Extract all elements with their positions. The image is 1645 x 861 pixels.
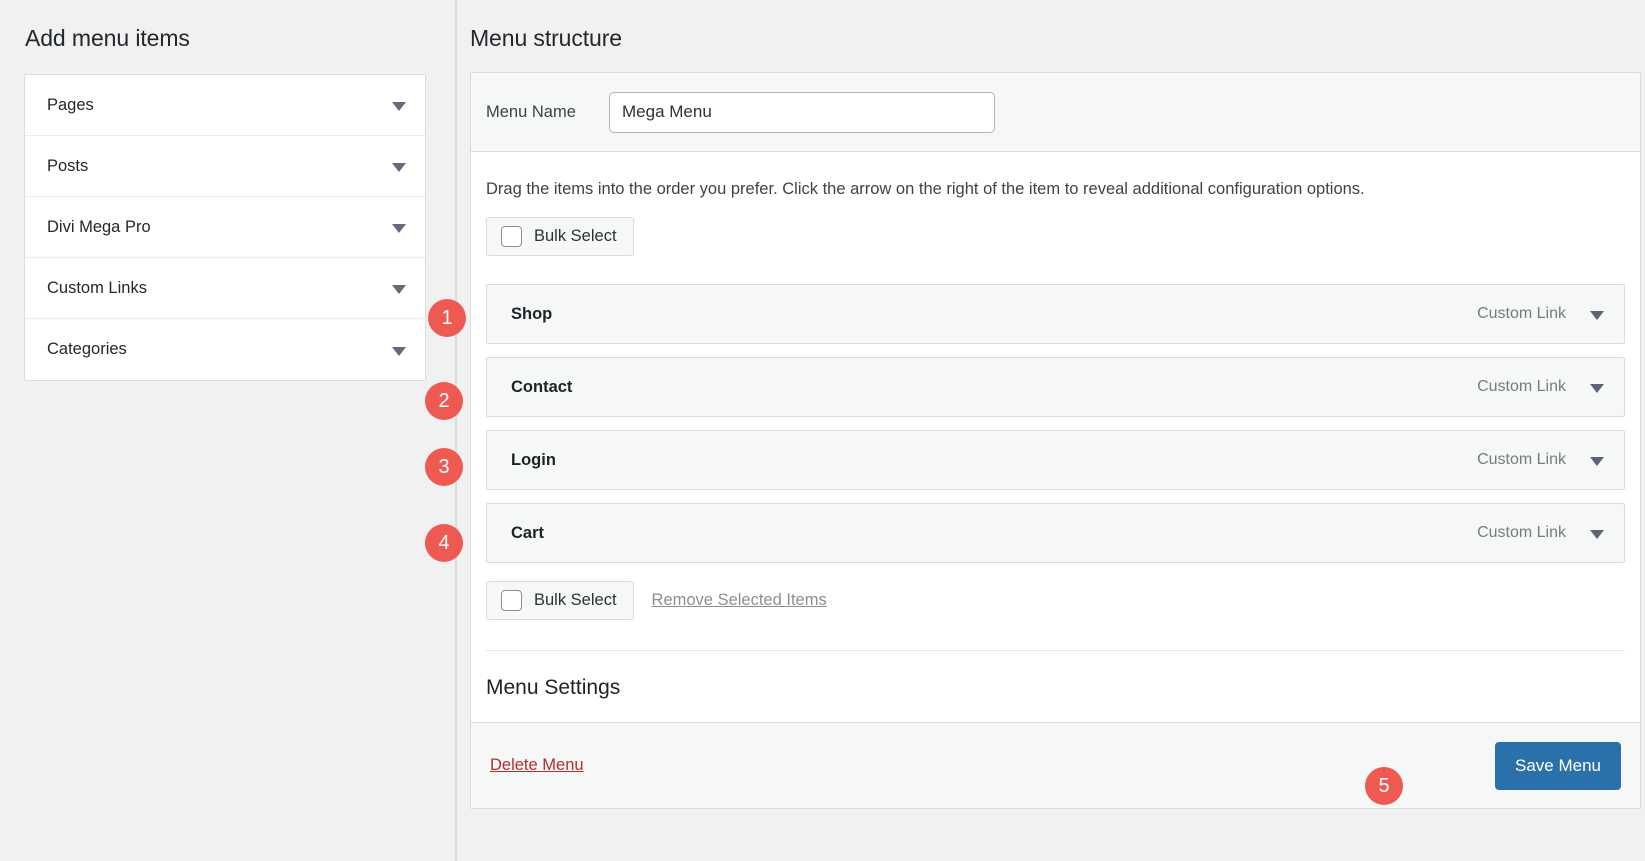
menu-item-row-cart[interactable]: Cart Custom Link bbox=[486, 503, 1625, 564]
chevron-down-icon[interactable] bbox=[1590, 530, 1604, 540]
delete-menu-link[interactable]: Delete Menu bbox=[490, 756, 584, 775]
menu-structure-heading: Menu structure bbox=[470, 25, 622, 51]
menu-item-type: Custom Link bbox=[1477, 451, 1566, 469]
bulk-select-bar-bottom: Bulk Select Remove Selected Items bbox=[486, 581, 1625, 650]
save-menu-button[interactable]: Save Menu bbox=[1495, 741, 1621, 790]
chevron-down-icon[interactable] bbox=[392, 102, 406, 111]
step-badge-5: 5 bbox=[1365, 767, 1403, 805]
bulk-select-button-bottom[interactable]: Bulk Select bbox=[486, 581, 634, 621]
bulk-select-button-top[interactable]: Bulk Select bbox=[486, 217, 634, 257]
menu-editor-page: Add menu items Pages Posts Divi Mega Pro… bbox=[0, 0, 1645, 861]
sidebar-item-pages[interactable]: Pages bbox=[25, 75, 425, 136]
add-menu-items-panel: Add menu items Pages Posts Divi Mega Pro… bbox=[0, 0, 456, 861]
step-badge-1: 1 bbox=[428, 299, 466, 337]
menu-name-label: Menu Name bbox=[486, 102, 576, 121]
step-badge-3: 3 bbox=[425, 448, 463, 486]
sidebar-item-label: Divi Mega Pro bbox=[47, 217, 151, 236]
menu-settings-heading: Menu Settings bbox=[486, 676, 621, 700]
chevron-down-icon[interactable] bbox=[1590, 311, 1604, 321]
bulk-select-label: Bulk Select bbox=[534, 591, 617, 610]
menu-item-title: Shop bbox=[511, 304, 553, 323]
sidebar-item-divi-mega-pro[interactable]: Divi Mega Pro bbox=[25, 197, 425, 258]
menu-items-list: Shop Custom Link Contact Custom Link Log… bbox=[486, 284, 1625, 564]
sidebar-item-label: Pages bbox=[47, 95, 94, 114]
menu-item-title: Contact bbox=[511, 377, 573, 396]
add-menu-items-heading: Add menu items bbox=[25, 25, 190, 51]
bulk-select-label: Bulk Select bbox=[534, 227, 617, 246]
sidebar-item-posts[interactable]: Posts bbox=[25, 136, 425, 197]
menu-item-type: Custom Link bbox=[1477, 524, 1566, 542]
chevron-down-icon[interactable] bbox=[1590, 384, 1604, 394]
sidebar-item-custom-links[interactable]: Custom Links bbox=[25, 258, 425, 319]
bulk-select-checkbox-top[interactable] bbox=[501, 226, 522, 248]
menu-structure-panel: Menu structure Menu Name Drag the items … bbox=[457, 0, 1645, 861]
menu-item-title: Login bbox=[511, 450, 556, 469]
bulk-select-bar-top: Bulk Select bbox=[486, 217, 1625, 257]
chevron-down-icon[interactable] bbox=[392, 224, 406, 233]
step-badge-2: 2 bbox=[425, 382, 463, 420]
menu-name-row: Menu Name bbox=[471, 73, 1640, 152]
menu-item-title: Cart bbox=[511, 523, 545, 542]
bulk-select-checkbox-bottom[interactable] bbox=[501, 590, 522, 612]
menu-structure-body: Drag the items into the order you prefer… bbox=[471, 152, 1640, 809]
menu-item-type: Custom Link bbox=[1477, 378, 1566, 396]
drag-hint-text: Drag the items into the order you prefer… bbox=[486, 180, 1365, 198]
sidebar-item-label: Custom Links bbox=[47, 278, 147, 297]
add-items-accordion: Pages Posts Divi Mega Pro Custom Links C… bbox=[24, 74, 426, 381]
menu-item-row-contact[interactable]: Contact Custom Link bbox=[486, 357, 1625, 418]
sidebar-item-categories[interactable]: Categories bbox=[25, 319, 425, 380]
menu-name-input[interactable] bbox=[609, 91, 995, 133]
menu-structure-box: Menu Name Drag the items into the order … bbox=[470, 72, 1641, 810]
sidebar-item-label: Categories bbox=[47, 340, 127, 358]
step-badge-4: 4 bbox=[425, 524, 463, 562]
menu-item-type: Custom Link bbox=[1477, 305, 1566, 323]
remove-selected-items-link[interactable]: Remove Selected Items bbox=[652, 591, 827, 610]
sidebar-item-label: Posts bbox=[47, 156, 89, 175]
chevron-down-icon[interactable] bbox=[392, 285, 406, 294]
menu-item-row-shop[interactable]: Shop Custom Link bbox=[486, 284, 1625, 345]
menu-item-row-login[interactable]: Login Custom Link bbox=[486, 430, 1625, 491]
menu-settings-footer: Delete Menu Save Menu bbox=[471, 722, 1640, 809]
chevron-down-icon[interactable] bbox=[392, 163, 406, 172]
chevron-down-icon[interactable] bbox=[392, 346, 406, 356]
chevron-down-icon[interactable] bbox=[1590, 457, 1604, 467]
